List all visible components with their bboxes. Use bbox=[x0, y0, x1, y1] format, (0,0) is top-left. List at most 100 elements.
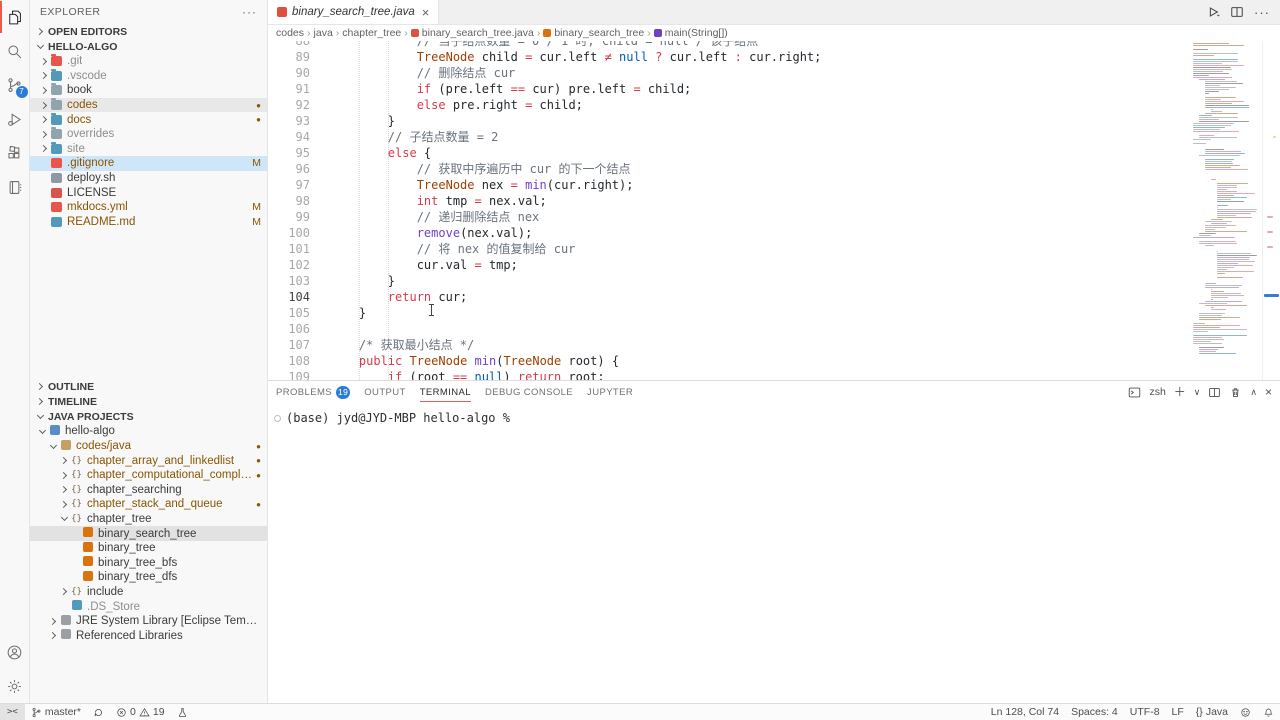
explorer-item-overrides[interactable]: overrides bbox=[30, 127, 267, 142]
code-line-93[interactable]: } bbox=[330, 113, 1188, 129]
timeline-section[interactable]: TIMELINE bbox=[30, 394, 267, 409]
code-line-101[interactable]: // 将 nex 的值复制给 cur bbox=[330, 241, 1188, 257]
close-panel-icon[interactable]: × bbox=[1265, 386, 1272, 398]
java-item-hello-algo[interactable]: hello-algo bbox=[30, 424, 267, 439]
code-line-102[interactable]: cur.val = tmp; bbox=[330, 257, 1188, 273]
java-item-chapter-stack-and-queue[interactable]: {}chapter_stack_and_queue● bbox=[30, 497, 267, 512]
code-line-98[interactable]: int tmp = nex.val; bbox=[330, 193, 1188, 209]
code-line-92[interactable]: else pre.right = child; bbox=[330, 97, 1188, 113]
extension-status[interactable] bbox=[171, 704, 194, 720]
root-folder-section[interactable]: HELLO-ALGO bbox=[30, 39, 267, 54]
command-decoration-icon[interactable] bbox=[274, 415, 281, 422]
code-line-90[interactable]: // 删除结点 cur bbox=[330, 65, 1188, 81]
breadcrumb-item-binary-search-tree[interactable]: binary_search_tree bbox=[543, 27, 644, 39]
java-item-ds-store[interactable]: .DS_Store bbox=[30, 599, 267, 614]
run-button[interactable] bbox=[1206, 5, 1220, 19]
explorer-more-actions-icon[interactable]: ··· bbox=[242, 5, 257, 19]
java-item-chapter-array-and-linkedlist[interactable]: {}chapter_array_and_linkedlist● bbox=[30, 453, 267, 468]
split-editor-icon[interactable] bbox=[1230, 5, 1244, 19]
explorer-item-gitignore[interactable]: .gitignoreM bbox=[30, 156, 267, 171]
panel-tab-jupyter[interactable]: JUPYTER bbox=[587, 381, 633, 403]
overview-ruler[interactable] bbox=[1262, 41, 1280, 380]
launch-profile-chevron-icon[interactable]: ∨ bbox=[1194, 388, 1201, 397]
explorer-item-git[interactable]: .git bbox=[30, 54, 267, 69]
activity-explorer-button[interactable] bbox=[0, 0, 30, 34]
java-item-chapter-tree[interactable]: {}chapter_tree bbox=[30, 512, 267, 527]
explorer-item-docs[interactable]: docs● bbox=[30, 112, 267, 127]
code-editor[interactable]: 8889909192939495969798991001011021031041… bbox=[268, 41, 1280, 380]
code-line-91[interactable]: if (pre.left == cur) pre.left = child; bbox=[330, 81, 1188, 97]
problems-status[interactable]: 0 19 bbox=[110, 704, 171, 720]
code-line-107[interactable]: /* 获取最小结点 */ bbox=[330, 337, 1188, 353]
activity-notebook-button[interactable] bbox=[0, 170, 30, 204]
java-item-binary-tree[interactable]: binary_tree bbox=[30, 541, 267, 556]
code-line-104[interactable]: return cur; bbox=[330, 289, 1188, 305]
java-item-referenced-libraries[interactable]: Referenced Libraries bbox=[30, 628, 267, 643]
code-line-108[interactable]: public TreeNode min(TreeNode root) { bbox=[330, 353, 1188, 369]
activity-source-control-button[interactable]: 7 bbox=[0, 68, 30, 102]
panel-tab-output[interactable]: OUTPUT bbox=[364, 381, 405, 403]
branch-status[interactable]: master* bbox=[25, 704, 87, 720]
close-tab-icon[interactable]: × bbox=[422, 5, 430, 20]
java-item-chapter-computational-complexity[interactable]: {}chapter_computational_complexity● bbox=[30, 468, 267, 483]
split-terminal-icon[interactable] bbox=[1208, 386, 1221, 399]
code-line-106[interactable] bbox=[330, 321, 1188, 337]
eol-status[interactable]: LF bbox=[1166, 704, 1190, 720]
breadcrumb-item-codes[interactable]: codes bbox=[276, 27, 304, 39]
code-line-103[interactable]: } bbox=[330, 273, 1188, 289]
notifications-button[interactable] bbox=[1257, 704, 1280, 720]
explorer-item-book[interactable]: book bbox=[30, 83, 267, 98]
breadcrumb-item-java[interactable]: java bbox=[314, 27, 333, 39]
activity-extensions-button[interactable] bbox=[0, 136, 30, 170]
code-line-88[interactable]: // 当子结点数量 = 0 / 1 时, child = null / 该子结点 bbox=[330, 41, 1188, 49]
explorer-item-site[interactable]: site bbox=[30, 142, 267, 157]
code-line-109[interactable]: if (root == null) return root; bbox=[330, 369, 1188, 380]
indentation-status[interactable]: Spaces: 4 bbox=[1065, 704, 1124, 720]
feedback-button[interactable] bbox=[1234, 704, 1257, 720]
minimap[interactable] bbox=[1188, 41, 1262, 380]
tab-binary-search-tree-java[interactable]: binary_search_tree.java × bbox=[268, 0, 439, 24]
maximize-panel-icon[interactable]: ∧ bbox=[1250, 388, 1257, 397]
explorer-item-readme-md[interactable]: README.mdM bbox=[30, 215, 267, 230]
breadcrumb-item-binary-search-tree-java[interactable]: binary_search_tree.java bbox=[411, 27, 534, 39]
explorer-item-vscode[interactable]: .vscode bbox=[30, 69, 267, 84]
java-projects-section[interactable]: JAVA PROJECTS bbox=[30, 409, 267, 424]
outline-section[interactable]: OUTLINE bbox=[30, 379, 267, 394]
code-line-97[interactable]: TreeNode nex = min(cur.right); bbox=[330, 177, 1188, 193]
panel-tab-terminal[interactable]: TERMINAL bbox=[420, 381, 471, 403]
code-line-99[interactable]: // 递归删除结点 nex bbox=[330, 209, 1188, 225]
editor-more-actions-icon[interactable]: ··· bbox=[1254, 5, 1270, 20]
terminal[interactable]: (base) jyd@JYD-MBP hello-algo % bbox=[268, 403, 1280, 703]
code-content[interactable]: // 当子结点数量 = 0 / 1 时, child = null / 该子结点… bbox=[320, 41, 1188, 380]
java-item-binary-tree-bfs[interactable]: binary_tree_bfs bbox=[30, 555, 267, 570]
code-line-100[interactable]: remove(nex.val); bbox=[330, 225, 1188, 241]
java-item-binary-tree-dfs[interactable]: binary_tree_dfs bbox=[30, 570, 267, 585]
language-mode[interactable]: {}Java bbox=[1190, 704, 1234, 720]
explorer-item-license[interactable]: LICENSE bbox=[30, 185, 267, 200]
code-line-105[interactable]: } bbox=[330, 305, 1188, 321]
open-editors-section[interactable]: OPEN EDITORS bbox=[30, 24, 267, 39]
sync-status[interactable] bbox=[87, 704, 110, 720]
code-line-94[interactable]: // 子结点数量 = 2 bbox=[330, 129, 1188, 145]
code-line-95[interactable]: else { bbox=[330, 145, 1188, 161]
cursor-position[interactable]: Ln 128, Col 74 bbox=[985, 704, 1065, 720]
breadcrumb-item-main-string[interactable]: main(String[]) bbox=[654, 27, 728, 39]
breadcrumb-item-chapter-tree[interactable]: chapter_tree bbox=[342, 27, 401, 39]
remote-indicator[interactable]: >< bbox=[0, 704, 25, 720]
account-button[interactable] bbox=[0, 635, 30, 669]
java-item-chapter-searching[interactable]: {}chapter_searching bbox=[30, 483, 267, 498]
java-item-include[interactable]: {}include bbox=[30, 585, 267, 600]
code-line-96[interactable]: // 获取中序遍历中 cur 的下一个结点 bbox=[330, 161, 1188, 177]
explorer-item-mkdocs-yml[interactable]: mkdocs.ymlM bbox=[30, 200, 267, 215]
explorer-item-deploy-sh[interactable]: deploy.sh bbox=[30, 171, 267, 186]
java-item-codes-java[interactable]: codes/java● bbox=[30, 439, 267, 454]
activity-run-debug-button[interactable] bbox=[0, 102, 30, 136]
panel-tab-debug-console[interactable]: DEBUG CONSOLE bbox=[485, 381, 573, 403]
settings-button[interactable] bbox=[0, 669, 30, 703]
explorer-item-codes[interactable]: codes● bbox=[30, 98, 267, 113]
panel-tab-problems[interactable]: PROBLEMS19 bbox=[276, 381, 350, 403]
java-item-jre-system-library-eclipse-temurin-17-17[interactable]: JRE System Library [Eclipse Temurin 17 [… bbox=[30, 614, 267, 629]
new-terminal-icon[interactable]: ＋ bbox=[1174, 386, 1186, 398]
java-item-binary-search-tree[interactable]: binary_search_tree bbox=[30, 526, 267, 541]
kill-terminal-icon[interactable] bbox=[1229, 386, 1242, 399]
